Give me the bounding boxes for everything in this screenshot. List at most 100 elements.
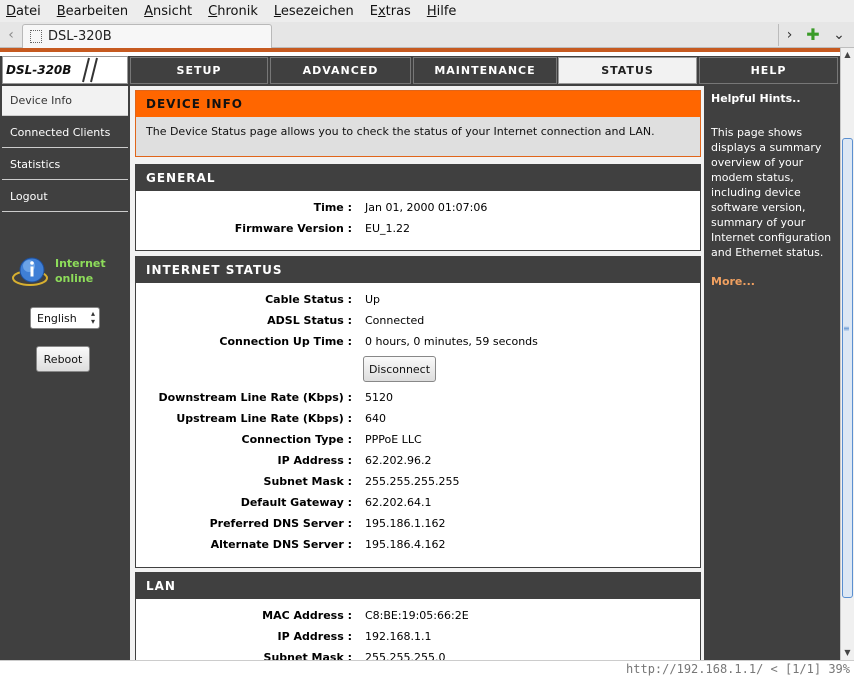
general-row-time: Time : Jan 01, 2000 01:07:06: [136, 201, 700, 217]
table-row: Preferred DNS Server : 195.186.1.162: [136, 517, 700, 533]
table-row: Subnet Mask : 255.255.255.0: [136, 651, 700, 660]
menu-item-lesezeichen[interactable]: Lesezeichen: [274, 4, 354, 19]
menu-item-ansicht[interactable]: Ansicht: [144, 4, 192, 19]
table-row: Default Gateway : 62.202.64.1: [136, 496, 700, 512]
row-value: 5120: [365, 391, 393, 404]
table-row: ADSL Status : Connected: [136, 314, 700, 330]
scrollbar-grip-icon: ≡: [843, 324, 850, 333]
row-label: MAC Address :: [262, 609, 352, 622]
table-row: Connection Up Time : 0 hours, 0 minutes,…: [136, 335, 700, 351]
menu-bar: Datei Bearbeiten Ansicht Chronik Lesezeichen…: [0, 0, 854, 22]
sidebar-item-connected-clients[interactable]: Connected Clients: [2, 118, 128, 148]
tab-list-chevron-down-icon[interactable]: ⌄: [828, 24, 850, 46]
device-info-title: DEVICE INFO: [136, 91, 700, 117]
row-value: 255.255.255.0: [365, 651, 446, 660]
row-label: Subnet Mask :: [263, 475, 352, 488]
select-updown-icon: ▴ ▾: [90, 309, 95, 326]
main-content: DEVICE INFO The Device Status page allow…: [130, 86, 704, 660]
row-label: Preferred DNS Server :: [209, 517, 352, 530]
row-value: 195.186.4.162: [365, 538, 446, 551]
table-row: Connection Type : PPPoE LLC: [136, 433, 700, 449]
row-label: Default Gateway :: [240, 496, 352, 509]
hints-title: Helpful Hints..: [711, 92, 801, 105]
device-info-panel: DEVICE INFO The Device Status page allow…: [135, 90, 701, 157]
reboot-button[interactable]: Reboot: [36, 346, 90, 372]
row-value: 62.202.96.2: [365, 454, 432, 467]
hints-more-link[interactable]: More...: [711, 275, 833, 288]
scroll-up-icon[interactable]: ▲: [841, 48, 854, 62]
table-row: IP Address : 62.202.96.2: [136, 454, 700, 470]
brand-slash-icon: [82, 57, 98, 83]
language-select-value: English: [37, 311, 77, 325]
row-value: 192.168.1.1: [365, 630, 432, 643]
row-value: 0 hours, 0 minutes, 59 seconds: [365, 335, 538, 348]
tab-scroll-left-icon[interactable]: ‹: [4, 26, 18, 44]
internet-status-text: Internet online: [55, 256, 106, 286]
internet-status-section: INTERNET STATUS Cable Status : Up ADSL S…: [135, 256, 701, 568]
table-row: Upstream Line Rate (Kbps) : 640: [136, 412, 700, 428]
tab-title: DSL-320B: [48, 29, 112, 44]
general-section: GENERAL Time : Jan 01, 2000 01:07:06 Fir…: [135, 164, 701, 251]
table-row: Alternate DNS Server : 195.186.4.162: [136, 538, 700, 554]
row-value: 62.202.64.1: [365, 496, 432, 509]
menu-item-hilfe[interactable]: Hilfe: [427, 4, 457, 19]
menu-item-datei[interactable]: Datei: [6, 4, 41, 19]
row-value: PPPoE LLC: [365, 433, 422, 446]
hints-text: This page shows displays a summary overv…: [711, 126, 832, 259]
browser-status-bar: http://192.168.1.1/ < [1/1] 39%: [0, 660, 854, 678]
vertical-scrollbar[interactable]: ▲ ≡ ▼: [840, 48, 854, 660]
row-value: Connected: [365, 314, 425, 327]
row-label: Upstream Line Rate (Kbps) :: [176, 412, 352, 425]
helpful-hints-panel: Helpful Hints.. This page shows displays…: [706, 86, 838, 660]
general-row-firmware: Firmware Version : EU_1.22: [136, 222, 700, 238]
table-row: IP Address : 192.168.1.1: [136, 630, 700, 646]
internet-status-title: INTERNET STATUS: [136, 257, 700, 283]
brand-logo: DSL-320B: [2, 56, 128, 84]
scroll-down-icon[interactable]: ▼: [841, 646, 854, 660]
row-value: EU_1.22: [365, 222, 410, 235]
sidebar-item-device-info[interactable]: Device Info: [2, 86, 128, 116]
menu-item-bearbeiten[interactable]: Bearbeiten: [57, 4, 128, 19]
internet-status-line2: online: [55, 272, 94, 285]
menu-item-extras[interactable]: Extras: [370, 4, 411, 19]
row-value: Up: [365, 293, 381, 306]
row-label: Connection Type :: [241, 433, 352, 446]
row-value: 640: [365, 412, 386, 425]
brand-name: DSL-320B: [6, 63, 72, 77]
row-label: Firmware Version :: [234, 222, 352, 235]
row-label: Subnet Mask :: [263, 651, 352, 660]
row-value: 255.255.255.255: [365, 475, 460, 488]
table-row: Subnet Mask : 255.255.255.255: [136, 475, 700, 491]
row-label: Alternate DNS Server :: [210, 538, 352, 551]
sidebar: Device Info Connected Clients Statistics…: [2, 86, 128, 660]
row-label: Cable Status :: [265, 293, 352, 306]
menu-item-chronik[interactable]: Chronik: [208, 4, 258, 19]
row-label: IP Address :: [277, 454, 352, 467]
tab-status[interactable]: STATUS: [558, 57, 697, 84]
tab-scroll-right-icon[interactable]: ›: [778, 24, 800, 46]
disconnect-button[interactable]: Disconnect: [363, 356, 436, 382]
new-tab-icon[interactable]: ✚: [802, 24, 824, 46]
tab-setup[interactable]: SETUP: [130, 57, 268, 84]
sidebar-item-logout[interactable]: Logout: [2, 182, 128, 212]
tab-maintenance[interactable]: MAINTENANCE: [413, 57, 557, 84]
top-accent-line: [0, 48, 840, 52]
page-favicon-icon: [30, 30, 42, 43]
table-row: Downstream Line Rate (Kbps) : 5120: [136, 391, 700, 407]
scrollbar-thumb[interactable]: [842, 138, 853, 598]
tab-help[interactable]: HELP: [699, 57, 838, 84]
row-label: Downstream Line Rate (Kbps) :: [158, 391, 352, 404]
table-row: MAC Address : C8:BE:19:05:66:2E: [136, 609, 700, 625]
row-label: ADSL Status :: [267, 314, 352, 327]
language-select[interactable]: English ▴ ▾: [30, 307, 100, 329]
row-label: Connection Up Time :: [219, 335, 352, 348]
table-row: Cable Status : Up: [136, 293, 700, 309]
sidebar-item-statistics[interactable]: Statistics: [2, 150, 128, 180]
lan-title: LAN: [136, 573, 700, 599]
lan-section: LAN MAC Address : C8:BE:19:05:66:2E IP A…: [135, 572, 701, 660]
browser-tab[interactable]: DSL-320B: [22, 24, 272, 48]
device-info-description: The Device Status page allows you to che…: [146, 125, 655, 138]
tab-advanced[interactable]: ADVANCED: [270, 57, 411, 84]
row-label: Time :: [313, 201, 352, 214]
row-value: 195.186.1.162: [365, 517, 446, 530]
